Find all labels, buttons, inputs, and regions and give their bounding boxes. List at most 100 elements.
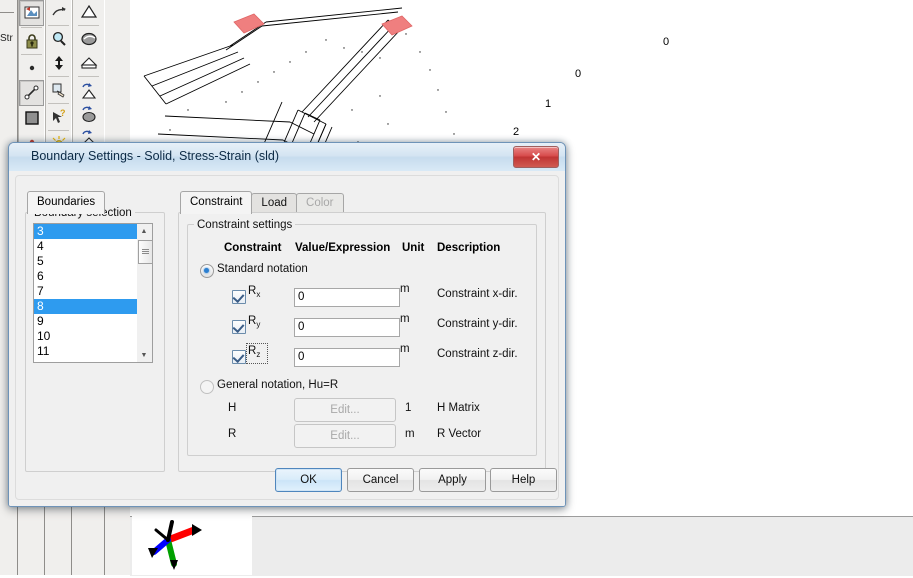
rx-subscript: x [256,290,261,299]
header-description: Description [437,242,501,254]
boundary-listbox[interactable]: 3 4 5 6 7 8 9 10 11 [33,223,153,363]
zoom-window-icon[interactable] [47,0,70,24]
rz-subscript: z [256,350,261,359]
panel-rule-top [0,12,14,13]
cone-icon[interactable] [77,0,100,24]
header-unit: Unit [402,242,425,254]
left-tabstrip: Boundaries Groups [27,191,157,237]
dialog-titlebar[interactable]: Boundary Settings - Solid, Stress-Strain… [9,143,565,172]
ry-label: Ry [248,315,261,329]
header-constraint: Constraint [224,242,282,254]
help-pointer-icon[interactable]: ? [47,105,70,129]
toolbar-separator [48,25,69,26]
r-description: R Vector [437,428,482,440]
application-background: 0 0 1 2 Str ? Boundary Settings - Solid,… [0,0,913,576]
tab-load[interactable]: Load [251,193,298,214]
arrow-updown-icon[interactable] [47,51,70,75]
list-item[interactable]: 8 [34,299,152,314]
list-item[interactable]: 4 [34,239,152,254]
list-item[interactable]: 6 [34,269,152,284]
h-description: H Matrix [437,402,480,414]
extrude-icon[interactable] [77,51,100,75]
cancel-button[interactable]: Cancel [347,468,414,492]
general-notation-radio[interactable] [200,380,214,394]
h-unit: 1 [405,402,412,414]
help-button[interactable]: Help [490,468,557,492]
tab-color: Color [296,193,344,214]
boundary-settings-dialog[interactable]: Boundary Settings - Solid, Stress-Strain… [8,142,566,507]
standard-notation-radio[interactable] [200,264,214,278]
model-label-1: 1 [545,98,552,110]
tab-boundaries[interactable]: Boundaries [27,191,106,214]
close-icon[interactable]: ✕ [513,146,559,168]
toolbar-separator [48,76,69,77]
panel-divider-a [44,496,45,575]
right-tabstrip: Constraint Load Color [180,191,440,214]
r-label: R [228,428,237,440]
magnifier-icon[interactable] [47,27,70,51]
standard-notation-label: Standard notation [217,263,308,275]
point-icon[interactable] [20,56,43,80]
rotate-revolve-icon[interactable] [77,102,100,126]
dialog-body: Boundaries Groups Boundary selection 3 4… [9,171,565,506]
ok-button[interactable]: OK [275,468,342,492]
rx-checkbox[interactable] [232,290,246,304]
toolbar-separator [78,25,99,26]
scrollbar-thumb[interactable] [138,240,153,264]
ry-subscript: y [256,320,261,329]
rx-label: Rx [248,285,261,299]
ry-unit: m [400,313,410,325]
dialog-title: Boundary Settings - Solid, Stress-Strain… [31,149,280,163]
toolbar-separator [48,103,69,104]
view-toolbar: ? [45,0,72,156]
hand-pan-icon[interactable] [47,78,70,102]
rz-unit: m [400,343,410,355]
ry-value-input[interactable]: 0 [294,318,400,337]
lock-icon[interactable] [20,29,43,53]
tab-constraint[interactable]: Constraint [180,191,253,214]
draw-mode-icon[interactable] [19,0,44,26]
model-label-0b: 0 [575,68,582,80]
rz-description: Constraint z-dir. [437,348,518,360]
toolbar-separator [48,130,69,131]
rx-value-input[interactable]: 0 [294,288,400,307]
rz-label: Rz [248,345,261,359]
revolve-icon[interactable] [77,27,100,51]
ry-description: Constraint y-dir. [437,318,518,330]
h-label: H [228,402,237,414]
rz-value-input[interactable]: 0 [294,348,400,367]
model-label-2: 2 [513,126,520,138]
toolbar-separator [21,27,42,28]
scroll-up-icon[interactable]: ▲ [137,224,151,238]
scroll-down-icon[interactable]: ▼ [137,348,151,362]
rx-description: Constraint x-dir. [437,288,518,300]
panel-divider-b [71,496,72,575]
list-item[interactable]: 7 [34,284,152,299]
boundary-list-scrollbar[interactable]: ▲ ▼ [137,223,153,363]
header-value: Value/Expression [295,242,391,254]
list-item[interactable]: 3 [34,224,152,239]
r-unit: m [405,428,415,440]
rotate-cone-icon[interactable] [77,78,100,102]
ry-checkbox[interactable] [232,320,246,334]
rx-unit: m [400,283,410,295]
constraint-settings-title: Constraint settings [194,219,296,231]
general-notation-label: General notation, Hu=R [217,379,339,391]
face-icon[interactable] [20,106,43,130]
line-icon[interactable] [19,80,44,106]
h-edit-button: Edit... [294,398,396,422]
model-label-0a: 0 [663,36,670,48]
toolbar-separator [78,76,99,77]
list-item[interactable]: 11 [34,344,152,359]
toolbar-separator [21,54,42,55]
svg-text:?: ? [60,109,66,118]
panel-divider-c [104,496,105,575]
list-item[interactable]: 9 [34,314,152,329]
axis-orientation-triad [132,508,252,575]
apply-button[interactable]: Apply [419,468,486,492]
list-item[interactable]: 10 [34,329,152,344]
side-label: Str [0,33,13,44]
r-edit-button: Edit... [294,424,396,448]
rz-checkbox[interactable] [232,350,246,364]
list-item[interactable]: 5 [34,254,152,269]
